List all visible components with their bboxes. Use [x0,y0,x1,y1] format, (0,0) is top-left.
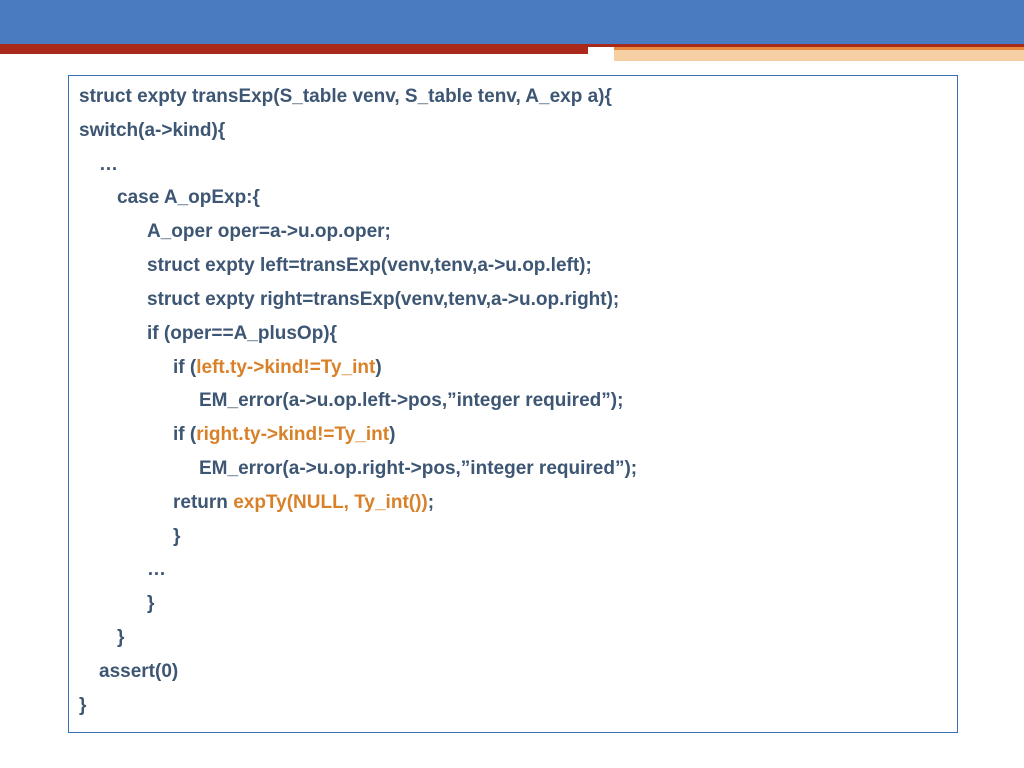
code-line: switch(a->kind){ [79,114,947,148]
slide: struct expty transExp(S_table venv, S_ta… [0,0,1024,768]
code-line: } [79,520,947,554]
code-line: EM_error(a->u.op.right->pos,”integer req… [79,452,947,486]
code-line: … [79,148,947,182]
code-line: case A_opExp:{ [79,181,947,215]
code-line: struct expty left=transExp(venv,tenv,a->… [79,249,947,283]
code-line: struct expty transExp(S_table venv, S_ta… [79,80,947,114]
code-line: if (left.ty->kind!=Ty_int) [79,351,947,385]
code-line: if (right.ty->kind!=Ty_int) [79,418,947,452]
accent-orange-segment [614,47,1024,61]
header-blue-bar [0,0,1024,44]
code-line: EM_error(a->u.op.left->pos,”integer requ… [79,384,947,418]
code-line: if (oper==A_plusOp){ [79,317,947,351]
accent-white-segment [588,47,614,61]
code-line: } [79,587,947,621]
header-accent [588,47,1024,61]
code-line: } [79,689,947,723]
code-line: assert(0) [79,655,947,689]
code-box: struct expty transExp(S_table venv, S_ta… [68,75,958,733]
code-line: … [79,553,947,587]
code-line: struct expty right=transExp(venv,tenv,a-… [79,283,947,317]
code-line: A_oper oper=a->u.op.oper; [79,215,947,249]
code-line: } [79,621,947,655]
code-line: return expTy(NULL, Ty_int()); [79,486,947,520]
